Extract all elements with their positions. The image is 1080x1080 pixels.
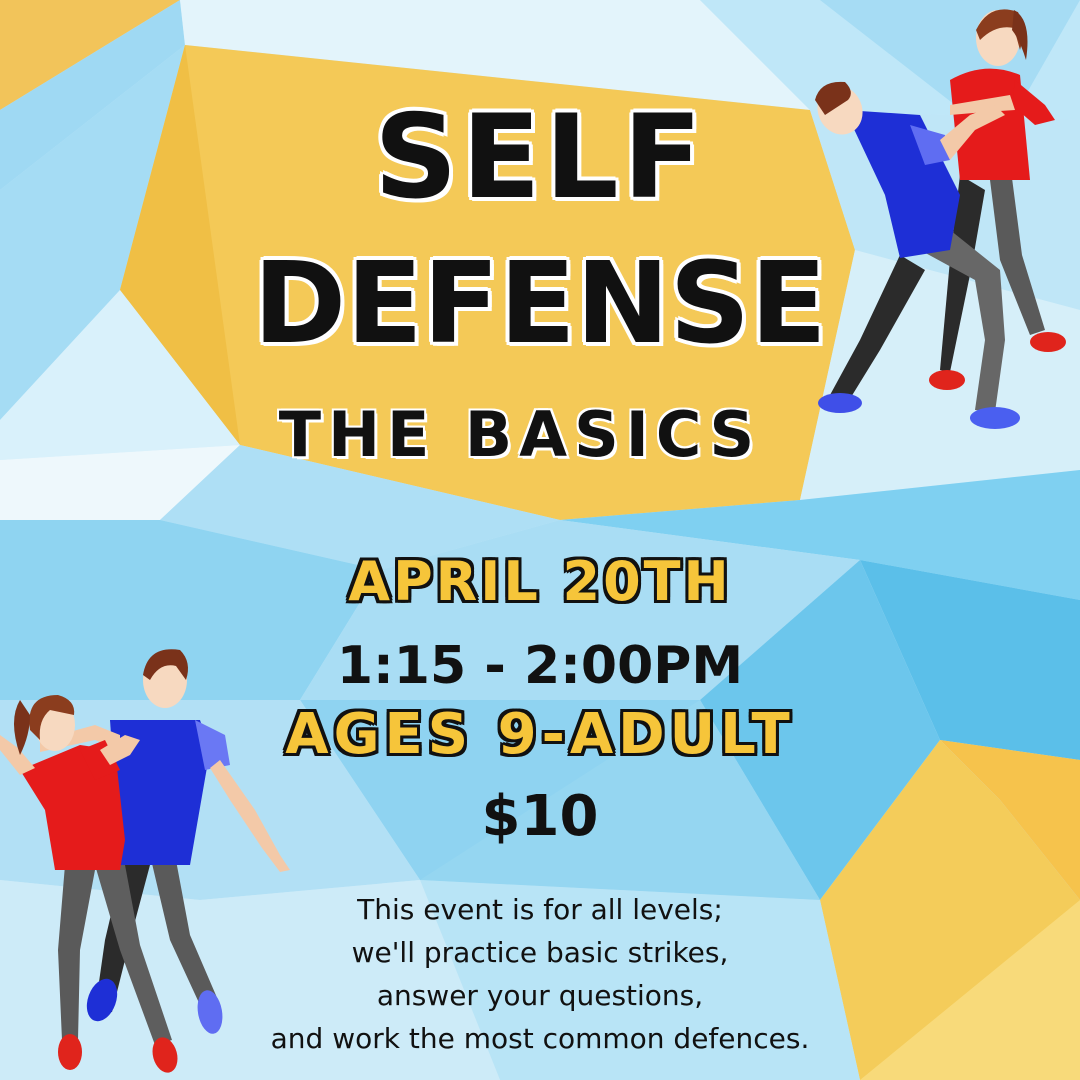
self-defense-pair-top-right-illustration [815, 9, 1066, 429]
subtitle: THE BASICS [278, 398, 762, 471]
event-price: $10 [481, 784, 599, 849]
event-description: This event is for all levels; we'll prac… [0, 888, 1080, 1060]
title-line-2: DEFENSE [253, 239, 827, 369]
event-time: 1:15 - 2:00PM [336, 636, 744, 696]
description-line: and work the most common defences. [270, 1022, 810, 1055]
description-line: This event is for all levels; [357, 893, 723, 926]
event-ages: AGES 9-ADULT [285, 702, 795, 767]
description-line: answer your questions, [376, 979, 704, 1012]
event-date: APRIL 20TH [348, 550, 732, 613]
description-line: we'll practice basic strikes, [351, 936, 729, 969]
title-line-1: SELF [374, 90, 706, 225]
event-poster: SELF DEFENSE THE BASICS APRIL 20TH 1:15 … [0, 0, 1080, 1080]
